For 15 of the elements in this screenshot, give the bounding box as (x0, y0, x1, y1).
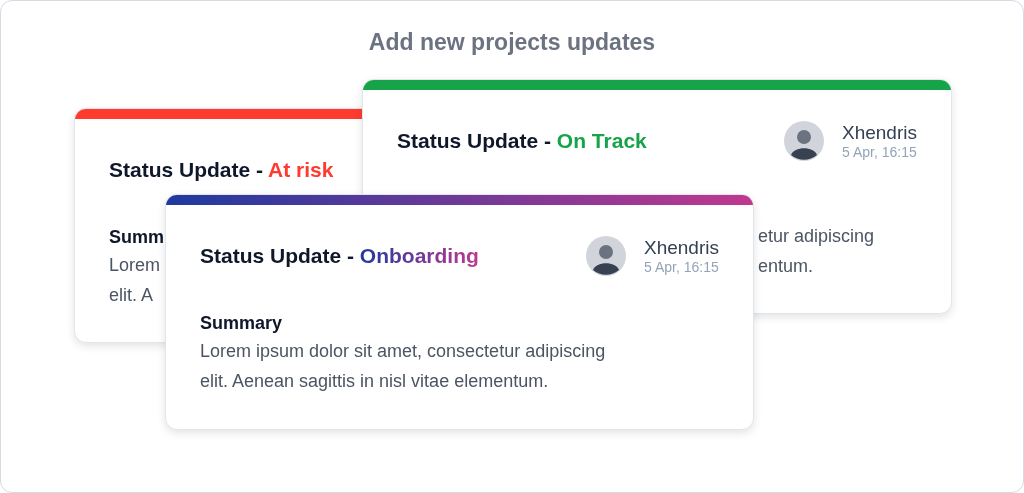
card-title: Status Update - At risk (109, 158, 334, 182)
card-title: Status Update - On Track (397, 129, 647, 153)
post-time: 5 Apr, 16:15 (842, 143, 917, 161)
panel-title: Add new projects updates (368, 29, 656, 56)
summary-text: Lorem ipsum dolor sit amet, consectetur adipiscing elit. Aenean sagittis in nisl vitae elementum. (200, 340, 606, 393)
summary-text: etur adipiscing entum. (758, 225, 875, 278)
author-name: Xhendris (842, 121, 917, 144)
author-name: Xhendris (644, 236, 719, 259)
summary-text: Lorem elit. A (109, 254, 161, 307)
post-time: 5 Apr, 16:15 (644, 258, 719, 276)
summary-label: Summary (200, 312, 283, 335)
card-title: Status Update - Onboarding (200, 244, 479, 268)
avatar-silhouette (586, 236, 626, 276)
avatar-silhouette (784, 121, 824, 161)
summary-label: Summ (109, 226, 164, 249)
